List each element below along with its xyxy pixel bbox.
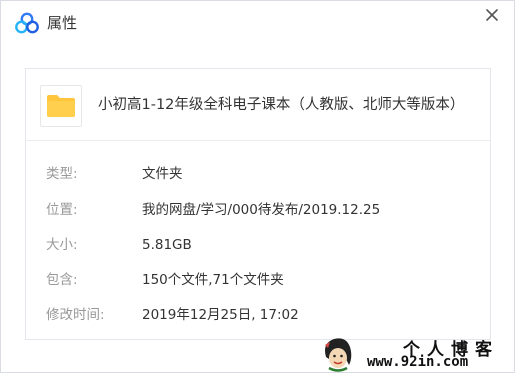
property-row-contains: 包含: 150个文件,71个文件夹 [26,269,490,291]
property-row-type: 类型: 文件夹 [26,163,490,185]
divider [26,140,490,141]
title-bar: 属性 [1,1,514,45]
file-header: 小初高1-12年级全科电子课本（人教版、北师大等版本） [26,69,490,139]
properties-dialog: 属性 小初高1-12年级全科电子课本（人教版、北师大等版本） 类型: 文件夹 位… [0,0,515,373]
avatar-icon [325,338,352,372]
property-value: 文件夹 [142,166,183,182]
property-label: 包含: [46,272,78,288]
property-label: 大小: [46,237,78,253]
property-value: 5.81GB [142,237,192,253]
property-label: 位置: [46,202,78,218]
property-row-location: 位置: 我的网盘/学习/000待发布/2019.12.25 [26,199,490,221]
watermark-url: www.92in.com [367,354,469,370]
property-value: 2019年12月25日, 17:02 [142,307,299,323]
property-row-modified: 修改时间: 2019年12月25日, 17:02 [26,304,490,326]
watermark: 个人博客 www.92in.com [319,335,515,373]
file-name: 小初高1-12年级全科电子课本（人教版、北师大等版本） [98,97,465,113]
property-row-size: 大小: 5.81GB [26,234,490,256]
properties-panel: 小初高1-12年级全科电子课本（人教版、北师大等版本） 类型: 文件夹 位置: … [25,68,491,340]
baidu-netdisk-cloud-icon [15,12,39,34]
file-thumbnail [40,85,82,127]
folder-icon [47,95,75,117]
close-icon[interactable] [484,7,500,23]
dialog-title: 属性 [47,14,78,32]
property-label: 类型: [46,166,78,182]
property-value: 150个文件,71个文件夹 [142,272,284,288]
property-label: 修改时间: [46,307,105,323]
location-path[interactable]: 我的网盘/学习/000待发布/2019.12.25 [142,199,380,221]
